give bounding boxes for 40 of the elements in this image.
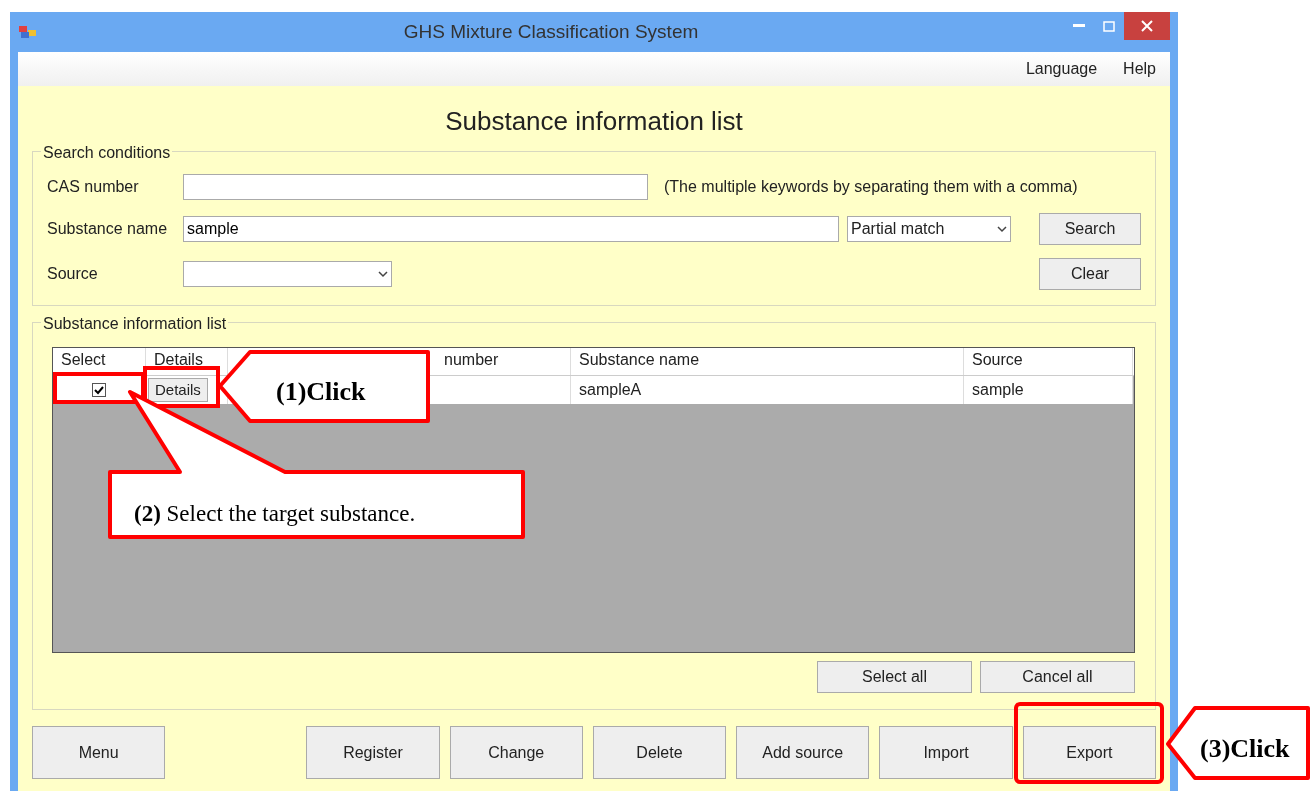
callout-text: (3)Click bbox=[1200, 733, 1290, 765]
action-button[interactable]: Delete bbox=[592, 726, 727, 779]
field-label: CAS number bbox=[47, 177, 140, 197]
checkbox[interactable] bbox=[92, 383, 106, 397]
column-header: Source bbox=[964, 348, 1133, 375]
close-icon bbox=[1141, 20, 1153, 32]
action-button[interactable]: Register bbox=[306, 726, 440, 779]
select-all-button[interactable]: Select all bbox=[817, 661, 972, 693]
caret-icon bbox=[378, 270, 388, 278]
menu-item[interactable]: Language bbox=[1025, 57, 1098, 81]
field-label: Source bbox=[47, 264, 99, 284]
column-header: Select bbox=[53, 348, 146, 375]
page-heading: Substance information list bbox=[444, 105, 744, 138]
hint-text: (The multiple keywords by separating them with a comma) bbox=[664, 177, 1078, 197]
maximize-icon bbox=[1103, 20, 1115, 32]
source-dropdown[interactable] bbox=[183, 261, 392, 287]
substance-name-field[interactable]: sample bbox=[183, 216, 839, 242]
field-label: Substance name bbox=[47, 219, 169, 239]
action-button[interactable]: Menu bbox=[32, 726, 166, 779]
callout-text: (2) Select the target substance. bbox=[134, 500, 416, 528]
column-header: Substance name bbox=[571, 348, 964, 375]
cas-number-field[interactable] bbox=[183, 174, 648, 200]
table-cell-text: sampleA bbox=[579, 380, 642, 400]
caret-icon bbox=[997, 225, 1007, 233]
app-icon bbox=[18, 24, 38, 40]
cancel-all-button[interactable]: Cancel all bbox=[980, 661, 1135, 693]
action-button[interactable]: Add source bbox=[736, 726, 870, 779]
table-cell-text: sample bbox=[972, 380, 1024, 400]
minimize-icon bbox=[1073, 24, 1085, 28]
close-button[interactable] bbox=[1124, 12, 1170, 40]
window-title: GHS Mixture Classification System bbox=[402, 19, 700, 44]
action-button[interactable]: Import bbox=[879, 726, 1013, 779]
match-dropdown[interactable]: Partial match bbox=[847, 216, 1011, 242]
details-button[interactable]: Details bbox=[148, 378, 208, 402]
action-button[interactable]: Export bbox=[1022, 726, 1156, 779]
menu-item[interactable]: Help bbox=[1123, 57, 1156, 81]
clear-button[interactable]: Clear bbox=[1039, 258, 1141, 290]
search-button[interactable]: Search bbox=[1039, 213, 1141, 245]
callout-text: (1)Click bbox=[276, 376, 366, 408]
action-button[interactable]: Change bbox=[449, 726, 583, 779]
